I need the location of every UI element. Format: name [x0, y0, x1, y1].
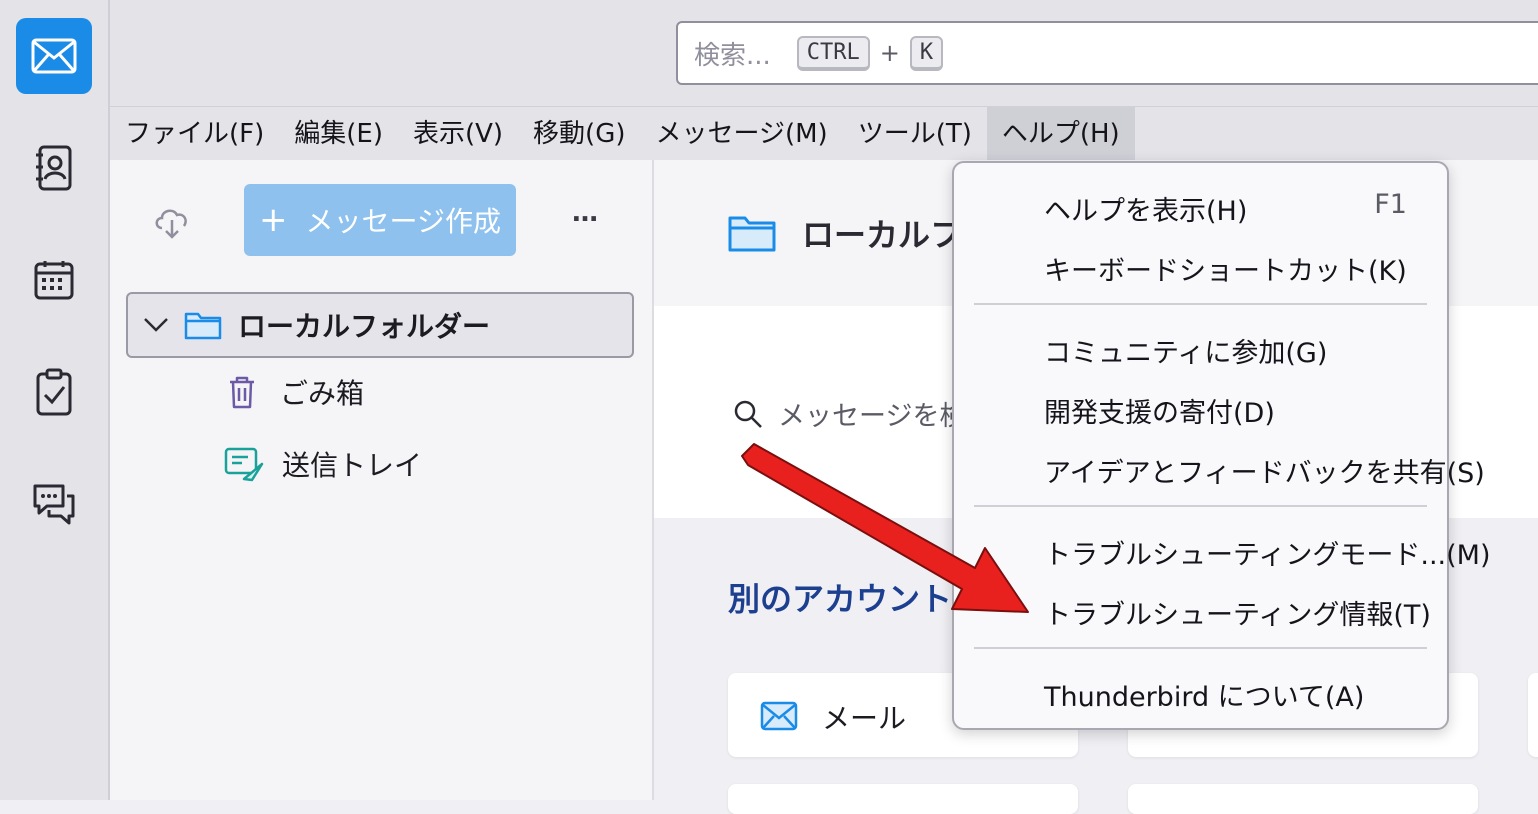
account-name: ローカルフォルダー: [238, 310, 491, 343]
mail-icon: [31, 38, 77, 74]
search-placeholder: 検索...: [694, 40, 771, 71]
account-row-local-folders[interactable]: ローカルフォルダー: [126, 292, 634, 358]
menu-view[interactable]: 表示(V): [398, 107, 518, 161]
cloud-download-icon: [155, 209, 187, 239]
help-menu-item-keyboard-shortcuts[interactable]: キーボードショートカット(K): [1044, 249, 1407, 288]
tasks-icon: [36, 368, 72, 416]
menu-go[interactable]: 移動(G): [518, 107, 640, 161]
help-menu-item-show-help[interactable]: ヘルプを表示(H) F1: [1044, 189, 1407, 228]
spaces-toolbar: [0, 0, 110, 800]
menu-item-label: Thunderbird について(A): [1044, 682, 1365, 713]
tasks-space-button[interactable]: [16, 354, 92, 430]
help-menu-item-about[interactable]: Thunderbird について(A): [1044, 675, 1407, 714]
folder-trash[interactable]: ごみ箱: [226, 372, 364, 412]
folder-pane: + メッセージ作成 … ローカルフォルダー ごみ箱 送信トレイ: [110, 160, 654, 800]
menu-item-label: キーボードショートカット(K): [1044, 256, 1407, 287]
folder-pane-more-button[interactable]: …: [572, 198, 600, 228]
shortcut-plus: +: [879, 39, 900, 67]
outbox-icon: [224, 447, 264, 482]
calendar-icon: [34, 261, 74, 300]
menu-separator: [974, 647, 1427, 649]
menu-item-label: 開発支援の寄付(D): [1044, 398, 1275, 429]
address-book-icon: [36, 145, 72, 191]
menu-item-label: コミュニティに参加(G): [1044, 338, 1328, 369]
search-icon: [734, 400, 762, 428]
compose-plus-icon: +: [259, 200, 288, 240]
menu-edit[interactable]: 編集(E): [279, 107, 398, 161]
menu-tools[interactable]: ツール(T): [843, 107, 987, 161]
menu-message[interactable]: メッセージ(M): [640, 107, 842, 161]
compose-button[interactable]: + メッセージ作成: [244, 184, 516, 256]
chat-icon: [33, 484, 75, 525]
help-menu-item-community[interactable]: コミュニティに参加(G): [1044, 331, 1407, 370]
trash-icon: [230, 376, 254, 409]
menu-bar: ファイル(F) 編集(E) 表示(V) 移動(G) メッセージ(M) ツール(T…: [110, 106, 1538, 161]
help-menu-item-donate[interactable]: 開発支援の寄付(D): [1044, 391, 1407, 430]
setup-card[interactable]: [1128, 784, 1478, 814]
chat-space-button[interactable]: [16, 466, 92, 542]
calendar-space-button[interactable]: [16, 242, 92, 318]
menu-item-label: ヘルプを表示(H): [1044, 196, 1248, 227]
menu-item-label: トラブルシューティング情報(T): [1044, 600, 1431, 631]
setup-card[interactable]: [728, 784, 1078, 814]
menu-item-label: アイデアとフィードバックを共有(S): [1044, 458, 1485, 489]
chevron-down-icon[interactable]: [142, 315, 170, 335]
help-menu-item-troubleshoot-info[interactable]: トラブルシューティング情報(T): [1044, 593, 1431, 632]
menu-separator: [974, 303, 1427, 305]
card-label: メール: [822, 702, 907, 735]
help-menu-popup: ヘルプを表示(H) F1 キーボードショートカット(K) コミュニティに参加(G…: [952, 161, 1491, 730]
compose-label: メッセージ作成: [305, 205, 501, 238]
menu-item-shortcut: F1: [1374, 189, 1407, 220]
menu-file[interactable]: ファイル(F): [110, 107, 279, 161]
folder-label: ごみ箱: [280, 377, 365, 410]
shortcut-key-ctrl: CTRL: [796, 35, 870, 71]
menu-help[interactable]: ヘルプ(H): [986, 107, 1135, 161]
mail-space-button[interactable]: [16, 18, 92, 94]
menu-separator: [974, 505, 1427, 507]
address-book-space-button[interactable]: [16, 130, 92, 206]
folder-label: 送信トレイ: [282, 449, 423, 482]
get-messages-button[interactable]: [150, 200, 194, 244]
setup-heading: 別のアカウントを: [728, 580, 985, 618]
shortcut-key-k: K: [909, 35, 944, 71]
folder-icon: [184, 312, 222, 340]
help-menu-item-feedback[interactable]: アイデアとフィードバックを共有(S): [1044, 451, 1485, 490]
mail-icon: [760, 701, 798, 731]
setup-card[interactable]: [1528, 673, 1538, 757]
folder-icon: [728, 216, 776, 252]
global-search-input[interactable]: 検索... CTRL + K: [676, 21, 1538, 85]
help-menu-item-troubleshoot-mode[interactable]: トラブルシューティングモード...(M): [1044, 533, 1491, 572]
folder-outbox[interactable]: 送信トレイ: [224, 444, 422, 484]
menu-item-label: トラブルシューティングモード...(M): [1044, 540, 1491, 571]
